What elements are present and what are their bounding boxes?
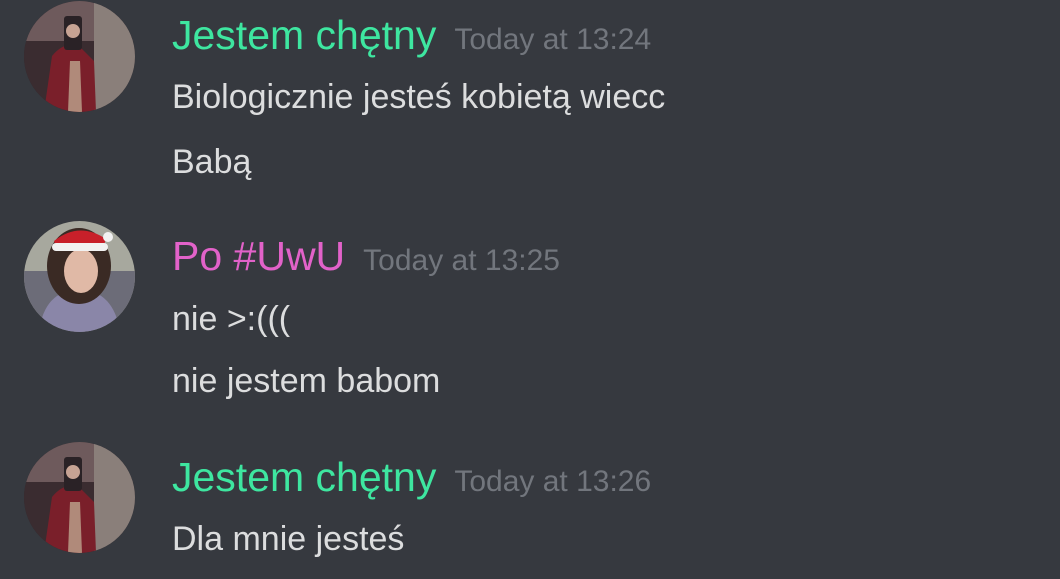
- timestamp: Today at 13:24: [454, 23, 652, 56]
- avatar-jestem-chetny[interactable]: [24, 1, 135, 112]
- timestamp: Today at 13:25: [363, 244, 560, 277]
- message-header: Jestem chętny Today at 13:26: [172, 454, 651, 500]
- avatar-photo-icon: [24, 1, 135, 112]
- username[interactable]: Jestem chętny: [172, 454, 436, 500]
- chat-messages: Jestem chętny Today at 13:24 Biologicznie…: [0, 0, 1060, 579]
- username[interactable]: Po #UwU: [172, 233, 345, 279]
- message-text: Babą: [172, 143, 252, 181]
- avatar-photo-icon: [24, 442, 135, 553]
- message-text: Dla mnie jesteś: [172, 520, 405, 558]
- timestamp: Today at 13:26: [454, 465, 652, 498]
- message-text: nie >:(((: [172, 300, 291, 338]
- message-text: Biologicznie jesteś kobietą wiecc: [172, 78, 666, 116]
- message-header: Po #UwU Today at 13:25: [172, 233, 560, 279]
- message-text: nie jestem babom: [172, 362, 441, 400]
- avatar-jestem-chetny[interactable]: [24, 442, 135, 553]
- avatar-photo-icon: [24, 221, 135, 332]
- avatar-po-uwu[interactable]: [24, 221, 135, 332]
- username[interactable]: Jestem chętny: [172, 12, 436, 58]
- message-header: Jestem chętny Today at 13:24: [172, 12, 651, 58]
